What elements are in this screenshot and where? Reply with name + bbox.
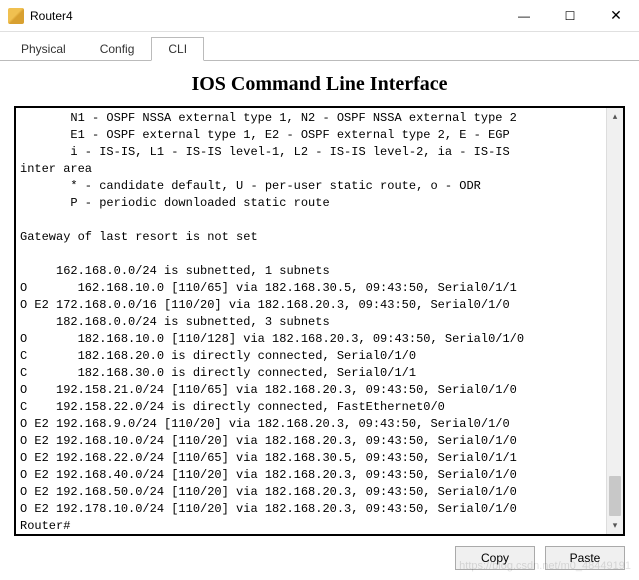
terminal-container: N1 - OSPF NSSA external type 1, N2 - OSP… [14,106,625,536]
terminal-output[interactable]: N1 - OSPF NSSA external type 1, N2 - OSP… [16,108,606,534]
tab-physical[interactable]: Physical [4,37,83,61]
window-controls: ― ☐ ✕ [501,0,639,31]
tab-cli[interactable]: CLI [151,37,204,61]
page-title: IOS Command Line Interface [0,61,639,106]
scroll-thumb[interactable] [609,476,621,516]
scroll-up-icon[interactable]: ▴ [607,108,623,125]
scrollbar[interactable]: ▴ ▾ [606,108,623,534]
close-button[interactable]: ✕ [593,0,639,31]
tab-bar: Physical Config CLI [0,32,639,61]
scroll-down-icon[interactable]: ▾ [607,517,623,534]
router-icon [8,8,24,24]
maximize-button[interactable]: ☐ [547,0,593,31]
tab-config[interactable]: Config [83,37,152,61]
button-row: Copy Paste [0,536,639,580]
window-title: Router4 [30,9,501,23]
titlebar: Router4 ― ☐ ✕ [0,0,639,32]
watermark: https://blog.csdn.net/m0_48449191 [459,560,631,572]
minimize-button[interactable]: ― [501,0,547,31]
